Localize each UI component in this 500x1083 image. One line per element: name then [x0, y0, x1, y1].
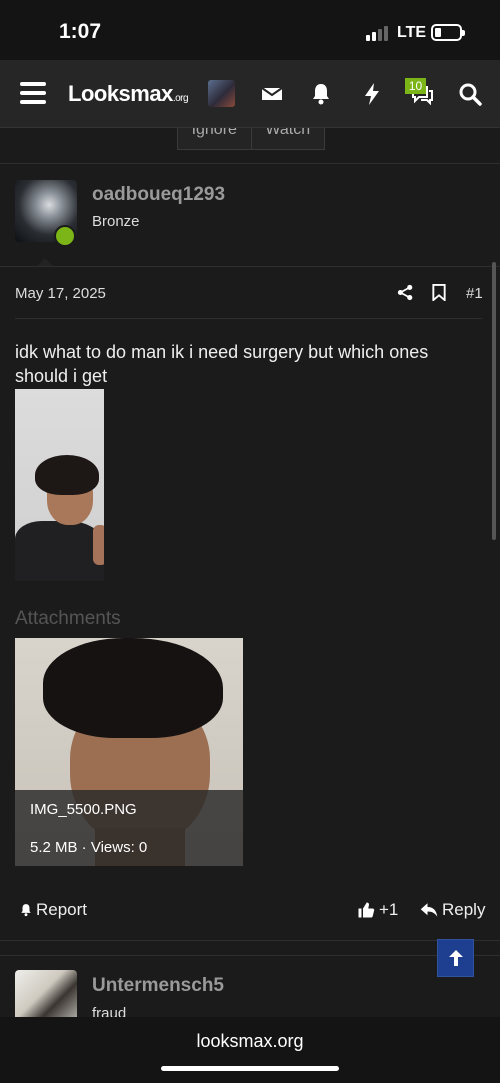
status-time: 1:07 [59, 20, 102, 43]
post-text: idk what to do man ik i need surgery but… [15, 342, 429, 386]
reply-icon [420, 903, 438, 917]
post-inline-image[interactable] [15, 389, 104, 581]
thread-action-buttons: Ignore Watch [177, 128, 325, 150]
browser-url[interactable]: looksmax.org [0, 1031, 500, 1052]
user-title: Bronze [92, 213, 140, 230]
divider [0, 955, 500, 956]
divider [0, 940, 500, 941]
post-username[interactable]: Untermensch5 [92, 975, 224, 997]
signal-icon [366, 25, 392, 41]
divider [15, 318, 482, 319]
attachment-thumbnail[interactable]: IMG_5500.PNG 5.2 MB · Views: 0 [15, 638, 243, 866]
battery-icon [431, 24, 465, 41]
like-button[interactable]: +1 [357, 900, 398, 920]
reply-button[interactable]: Reply [420, 900, 485, 920]
divider [0, 163, 500, 164]
home-indicator[interactable] [161, 1066, 339, 1071]
like-count: +1 [379, 900, 399, 919]
search-icon[interactable] [458, 82, 482, 106]
bolt-icon[interactable] [360, 82, 384, 106]
attachment-filename[interactable]: IMG_5500.PNG [30, 801, 137, 818]
network-label: LTE [397, 24, 427, 41]
scroll-to-top-button[interactable] [437, 939, 474, 977]
post-date[interactable]: May 17, 2025 [15, 285, 106, 302]
site-logo[interactable]: Looksmax.org [68, 81, 189, 107]
reply-label: Reply [442, 900, 486, 919]
attachment-meta: 5.2 MB · Views: 0 [30, 839, 148, 856]
logo-suffix: .org [172, 93, 189, 104]
logo-main: Looksmax [68, 81, 173, 106]
arrow-up-icon [448, 950, 463, 966]
conversations-badge: 10 [405, 78, 426, 94]
ignore-button[interactable]: Ignore [178, 128, 252, 149]
online-indicator [54, 225, 76, 247]
bookmark-icon[interactable] [432, 284, 446, 301]
post-number[interactable]: #1 [466, 285, 483, 302]
site-header: Looksmax.org [0, 60, 500, 128]
post-username[interactable]: oadboueq1293 [92, 184, 225, 206]
watch-button[interactable]: Watch [252, 128, 325, 149]
report-label: Report [36, 900, 88, 919]
report-button[interactable]: Report [19, 900, 87, 920]
hamburger-icon[interactable] [20, 82, 46, 104]
attachments-heading: Attachments [15, 608, 121, 629]
thumbs-up-icon [358, 902, 375, 918]
share-icon[interactable] [397, 284, 414, 301]
header-avatar[interactable] [208, 80, 235, 107]
scrollbar[interactable] [492, 262, 496, 540]
bell-icon [21, 904, 31, 917]
divider [0, 266, 500, 267]
envelope-icon[interactable] [260, 82, 284, 106]
bell-icon[interactable] [309, 82, 333, 106]
